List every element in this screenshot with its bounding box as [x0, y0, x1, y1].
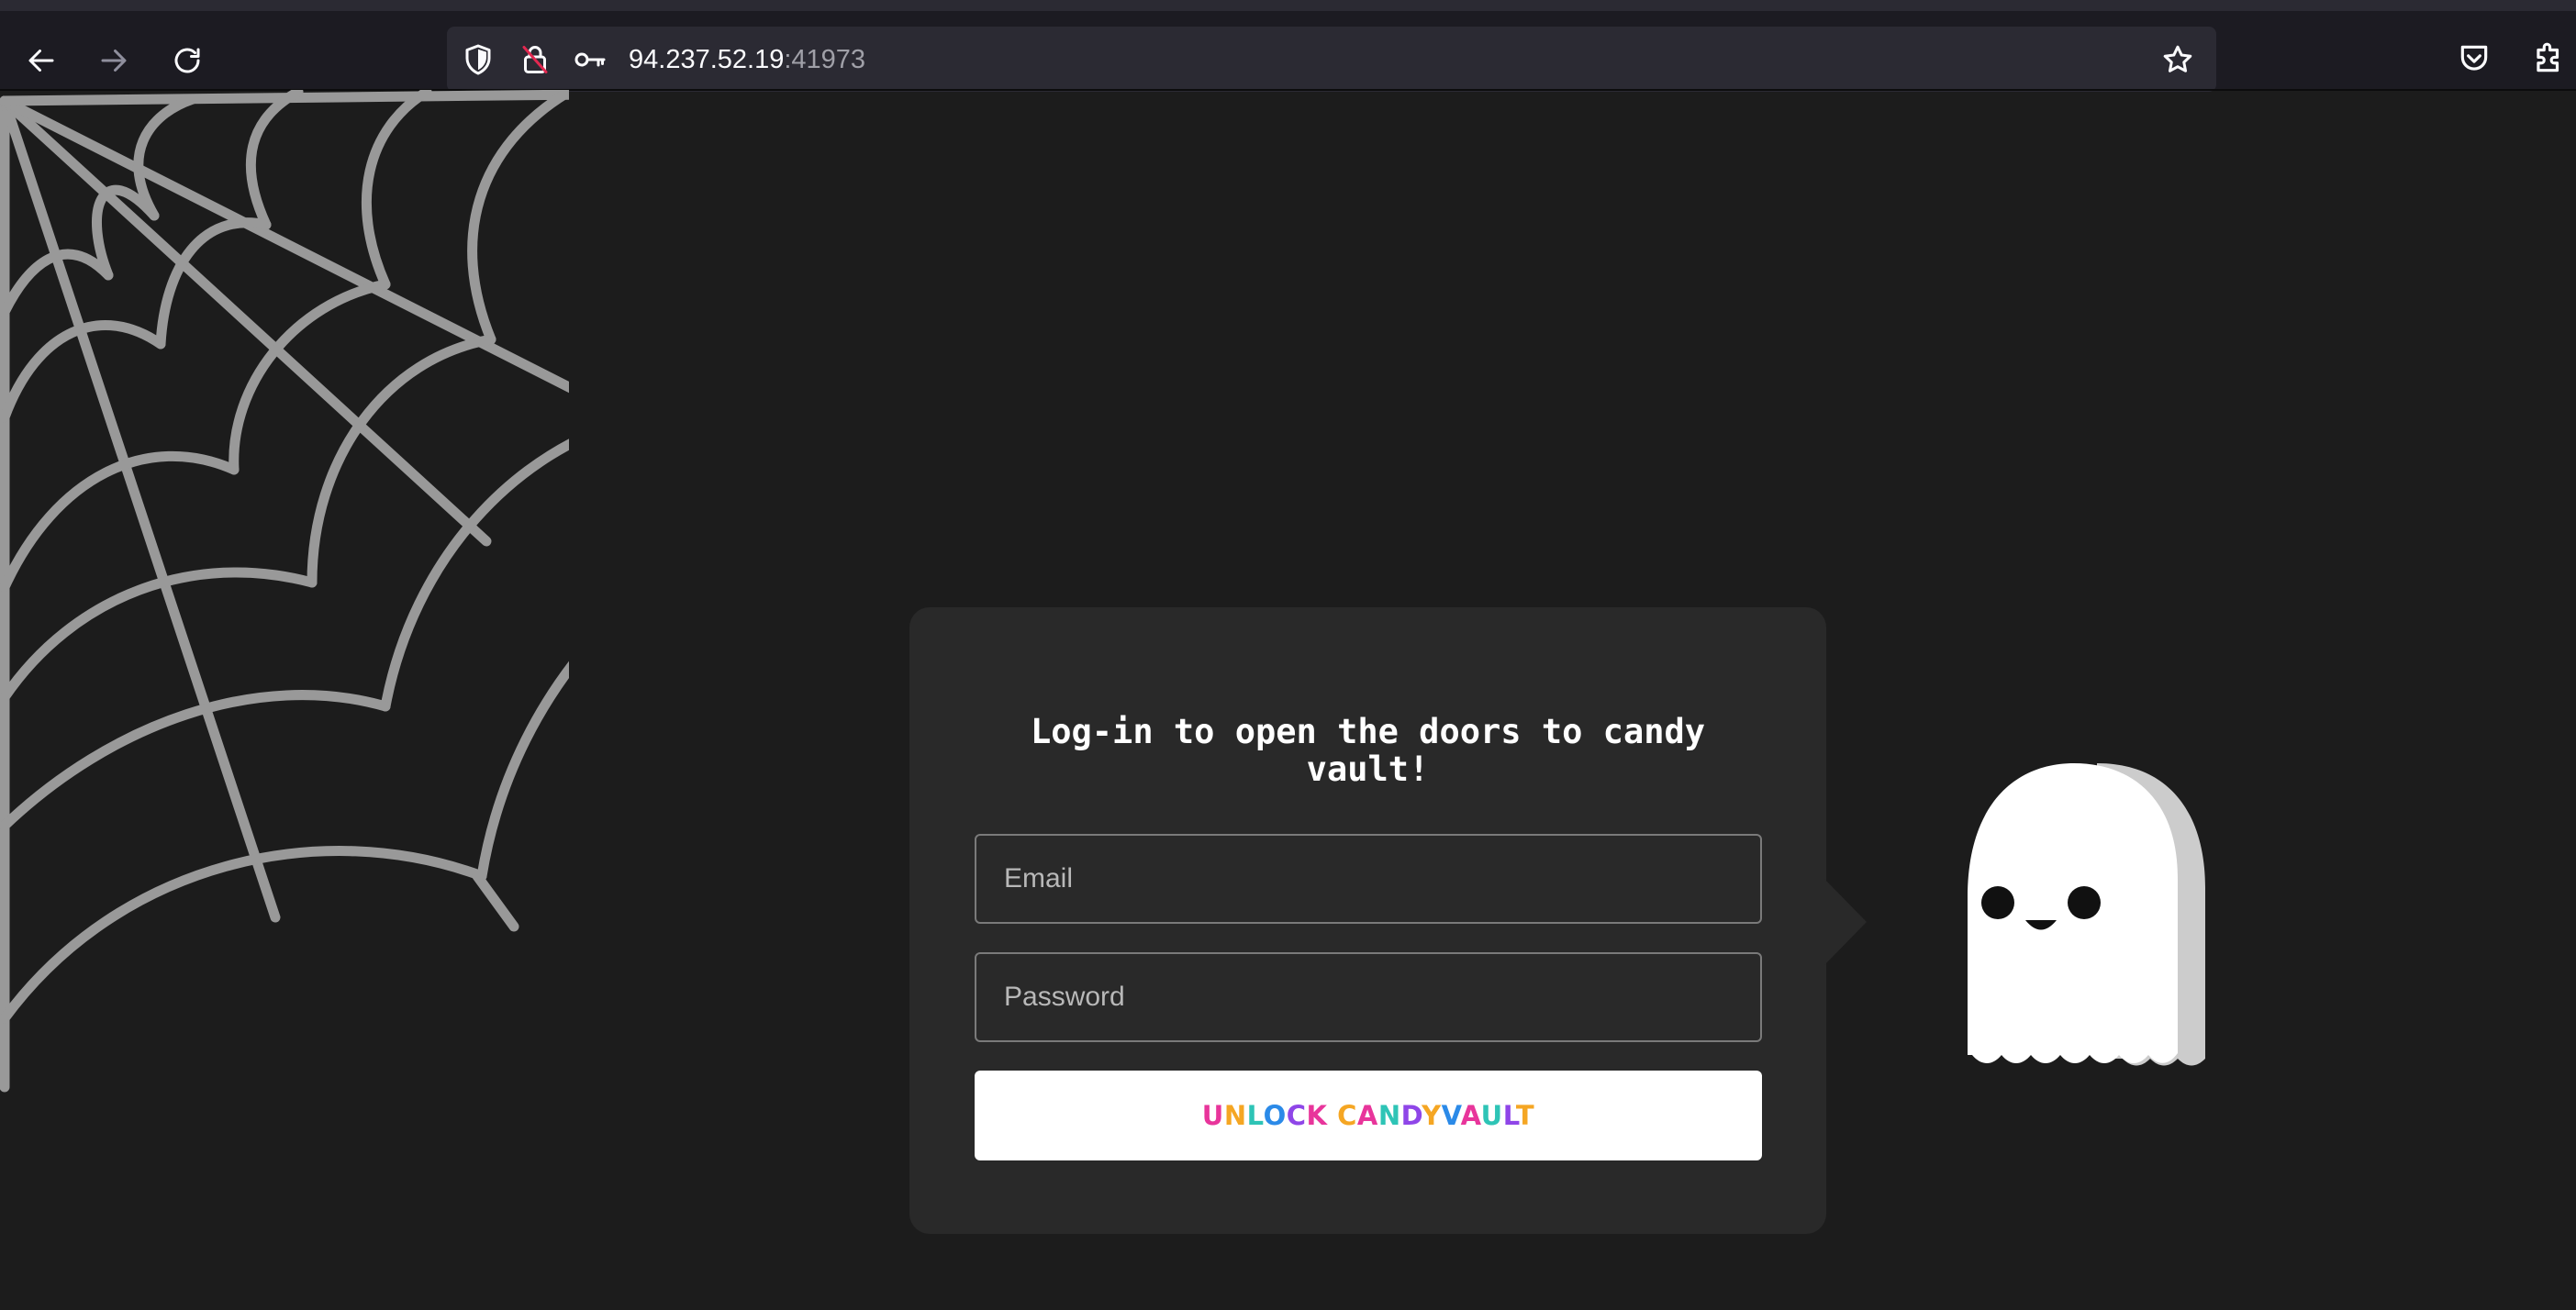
reload-button[interactable] [160, 35, 215, 86]
submit-label: UNLOCK CANDYVAULT [1201, 1100, 1535, 1131]
key-icon [574, 52, 606, 67]
email-field[interactable] [975, 834, 1762, 924]
back-button[interactable] [14, 35, 69, 86]
reload-icon [174, 48, 200, 73]
browser-toolbar: 94.237.52.19:41973 [0, 11, 2576, 92]
extensions-button[interactable] [2526, 37, 2570, 81]
back-arrow-icon [28, 50, 54, 72]
tracking-protection-button[interactable] [460, 41, 496, 78]
unlock-candyvault-button[interactable]: UNLOCK CANDYVAULT [975, 1071, 1762, 1160]
forward-arrow-icon [101, 50, 127, 72]
spider-web-decoration [0, 90, 569, 1093]
insecure-lock-icon [522, 46, 548, 73]
address-bar[interactable]: 94.237.52.19:41973 [447, 27, 2216, 92]
ghost-left-eye [1981, 886, 2014, 919]
window-title-strip [0, 0, 2576, 11]
login-title: Log-in to open the doors to candy vault! [1030, 712, 1706, 789]
ghost-right-eye [2068, 886, 2101, 919]
ghost-illustration [1968, 763, 2205, 1066]
login-card: Log-in to open the doors to candy vault!… [909, 607, 1826, 1234]
shield-icon [465, 44, 491, 75]
card-pointer [1824, 879, 1867, 965]
forward-button[interactable] [86, 35, 141, 86]
pocket-icon [2460, 45, 2488, 71]
url-text[interactable]: 94.237.52.19:41973 [629, 43, 865, 76]
star-icon [2163, 45, 2192, 72]
password-field[interactable] [975, 952, 1762, 1042]
url-host: 94.237.52.19 [629, 45, 785, 74]
url-port: :41973 [784, 45, 866, 74]
site-info-button[interactable] [517, 41, 553, 78]
bookmark-button[interactable] [2159, 41, 2196, 78]
extensions-icon [2537, 42, 2559, 72]
password-manager-button[interactable] [572, 41, 608, 78]
pocket-button[interactable] [2452, 37, 2496, 81]
